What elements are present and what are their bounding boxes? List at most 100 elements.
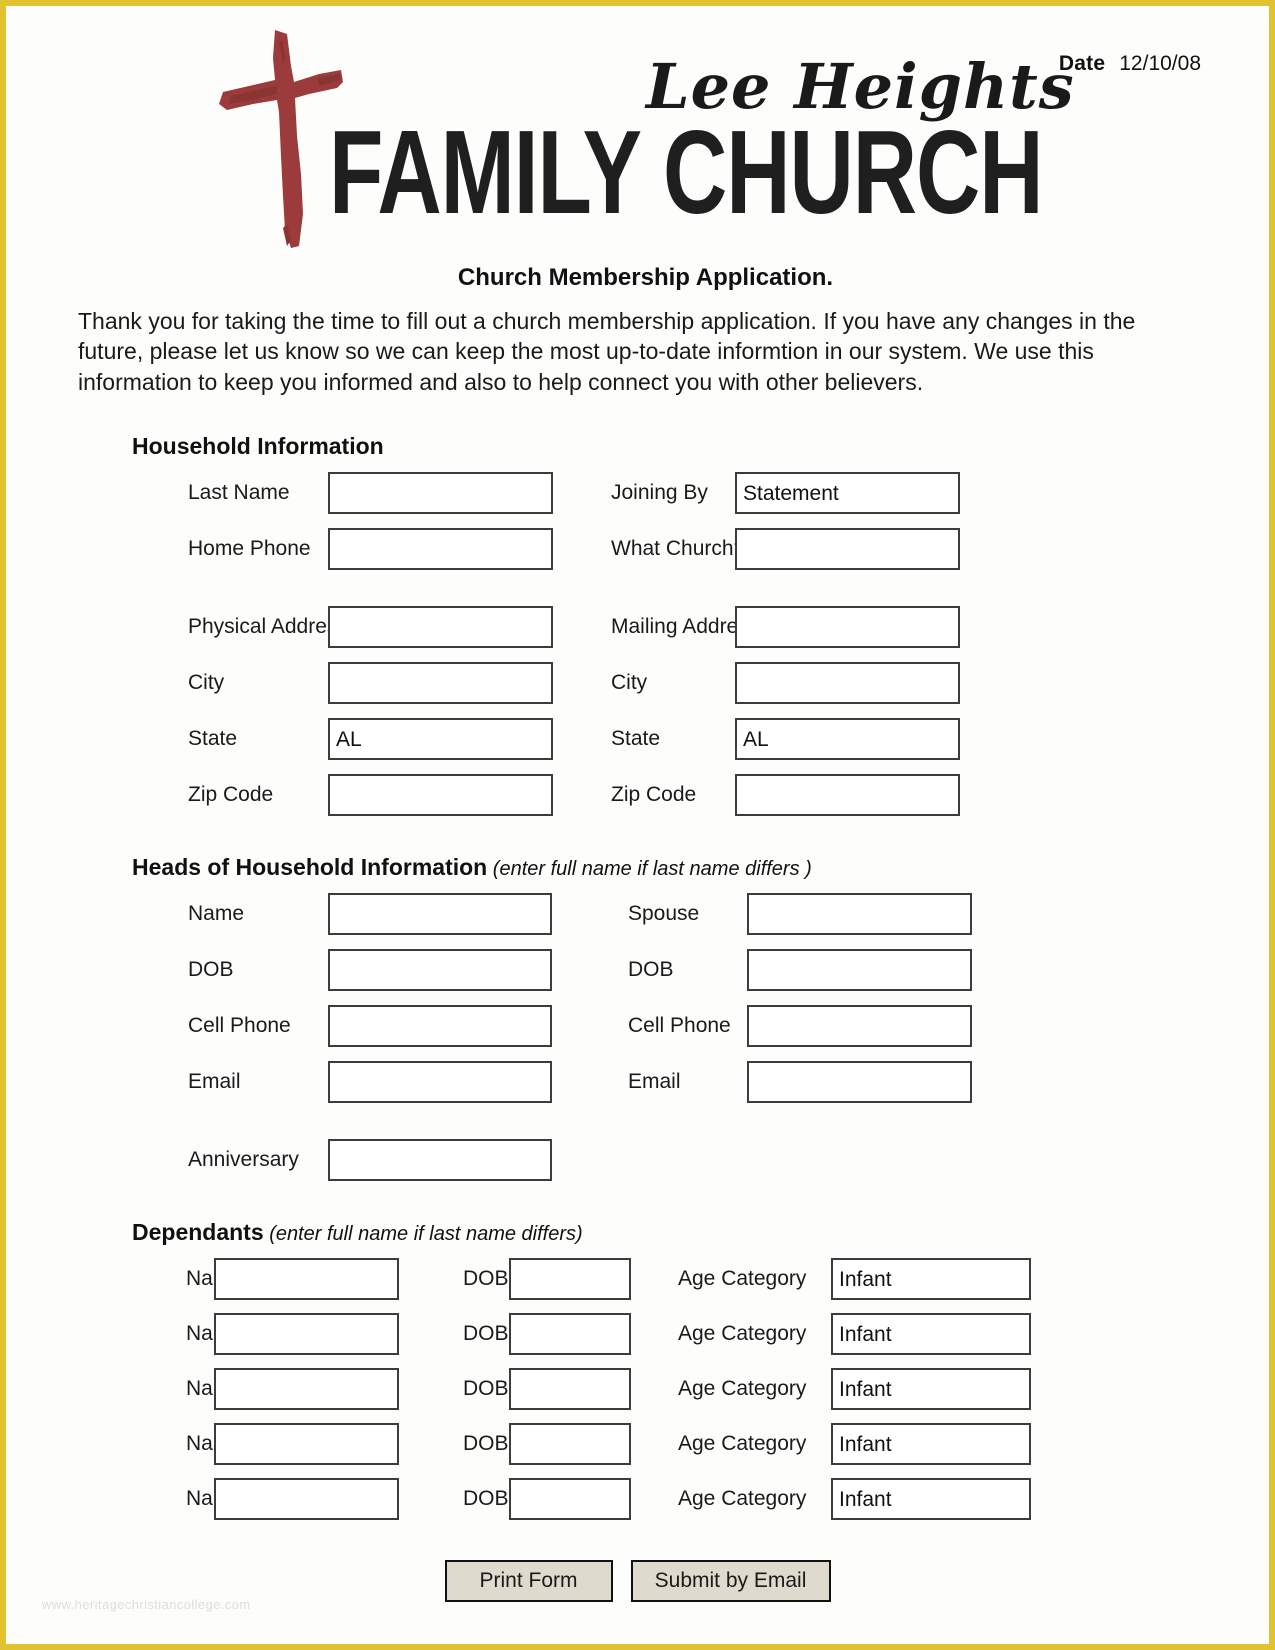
input-dependant-name[interactable]: [214, 1478, 399, 1521]
household-right-cell: What Church?: [553, 528, 960, 571]
watermark: www.heritagechristiancollege.com: [42, 1597, 251, 1612]
household-heading-text: Household Information: [132, 433, 384, 460]
input-head-name[interactable]: [328, 893, 552, 936]
household-right-cell: Zip Code: [553, 774, 960, 817]
heads-spacer: [132, 1115, 1269, 1137]
input-home-phone[interactable]: [328, 528, 553, 571]
heads-left-cell: Name: [132, 893, 552, 936]
input-dependant-age-category[interactable]: Infant: [831, 1368, 1031, 1411]
household-right-cell: State AL: [553, 718, 960, 761]
input-dependant-name[interactable]: [214, 1423, 399, 1466]
label-dependant-dob: DOB: [463, 1487, 509, 1511]
heads-left-cell: Anniversary: [132, 1139, 552, 1182]
heads-left-cell: DOB: [132, 949, 552, 992]
label-dependant-dob: DOB: [463, 1432, 509, 1456]
section-heading-heads: Heads of Household Information (enter fu…: [132, 854, 1269, 881]
date-block: Date 12/10/08: [1059, 52, 1201, 76]
label-head-cell-phone: Cell Phone: [188, 1014, 291, 1038]
input-dependant-dob[interactable]: [509, 1423, 631, 1466]
household-right-cell: City: [553, 662, 960, 705]
label-spouse-cell-phone: Cell Phone: [628, 1014, 731, 1038]
input-physical-state[interactable]: AL: [328, 718, 553, 761]
input-what-church[interactable]: [735, 528, 960, 571]
input-spouse-cell-phone[interactable]: [747, 1005, 972, 1048]
intro-paragraph: Thank you for taking the time to fill ou…: [78, 308, 1136, 395]
input-physical-city[interactable]: [328, 662, 553, 705]
heads-row: Cell Phone Cell Phone: [132, 1003, 1269, 1049]
input-mailing-state[interactable]: AL: [735, 718, 960, 761]
label-head-email: Email: [188, 1070, 241, 1094]
household-row: City City: [132, 660, 1269, 706]
logo-block-text: FAMILY CHURCH: [329, 104, 1044, 239]
label-dependant-age-category: Age Category: [678, 1322, 807, 1346]
heads-row: Anniversary: [132, 1137, 1269, 1183]
table-row: Name DOB Age Category Infant: [132, 1476, 1269, 1522]
label-mailing-city: City: [611, 671, 648, 695]
input-dependant-age-category[interactable]: Infant: [831, 1258, 1031, 1301]
household-row: Zip Code Zip Code: [132, 772, 1269, 818]
input-head-dob[interactable]: [328, 949, 552, 992]
label-home-phone: Home Phone: [188, 537, 311, 561]
input-spouse-name[interactable]: [747, 893, 972, 936]
input-spouse-dob[interactable]: [747, 949, 972, 992]
print-form-button[interactable]: Print Form: [444, 1560, 613, 1603]
date-value: 12/10/08: [1119, 52, 1201, 75]
input-dependant-name[interactable]: [214, 1258, 399, 1301]
input-mailing-address[interactable]: [735, 606, 960, 649]
label-dependant-dob: DOB: [463, 1322, 509, 1346]
input-dependant-age-category[interactable]: Infant: [831, 1313, 1031, 1356]
label-dependant-name: Name: [132, 1267, 242, 1291]
input-dependant-name[interactable]: [214, 1313, 399, 1356]
input-dependant-dob[interactable]: [509, 1313, 631, 1356]
table-row: Name DOB Age Category Infant: [132, 1311, 1269, 1357]
section-heading-dependants: Dependants (enter full name if last name…: [132, 1219, 1269, 1246]
input-mailing-city[interactable]: [735, 662, 960, 705]
label-physical-state: State: [188, 727, 238, 751]
input-anniversary[interactable]: [328, 1139, 552, 1182]
household-row: Last Name Joining By Statement: [132, 470, 1269, 516]
label-dependant-age-category: Age Category: [678, 1432, 807, 1456]
input-dependant-name[interactable]: [214, 1368, 399, 1411]
heads-grid: Name Spouse DOB DOB Cell Phone Cell Phon…: [132, 891, 1269, 1183]
label-dependant-name: Name: [132, 1432, 242, 1456]
household-left-cell: Zip Code: [132, 774, 553, 817]
input-physical-zip[interactable]: [328, 774, 553, 817]
input-joining-by[interactable]: Statement: [735, 472, 960, 515]
input-head-email[interactable]: [328, 1061, 552, 1104]
household-left-cell: Home Phone: [132, 528, 553, 571]
input-dependant-dob[interactable]: [509, 1478, 631, 1521]
label-dependant-name: Name: [132, 1487, 242, 1511]
household-spacer: [132, 582, 1269, 604]
heads-row: DOB DOB: [132, 947, 1269, 993]
input-dependant-dob[interactable]: [509, 1368, 631, 1411]
label-physical-zip: Zip Code: [188, 783, 274, 807]
submit-by-email-button[interactable]: Submit by Email: [630, 1560, 831, 1603]
household-right-cell: Joining By Statement: [553, 472, 960, 515]
label-mailing-address: Mailing Address: [611, 615, 760, 639]
input-spouse-email[interactable]: [747, 1061, 972, 1104]
household-row: Physical Address Mailing Address: [132, 604, 1269, 650]
label-dependant-age-category: Age Category: [678, 1487, 807, 1511]
dependants-heading-note: (enter full name if last name differs): [263, 1223, 583, 1246]
input-dependant-age-category[interactable]: Infant: [831, 1423, 1031, 1466]
heads-right-cell: Spouse: [552, 893, 972, 936]
label-spouse-name: Spouse: [628, 902, 700, 926]
input-dependant-dob[interactable]: [509, 1258, 631, 1301]
heads-heading-text: Heads of Household Information: [132, 854, 488, 881]
input-last-name[interactable]: [328, 472, 553, 515]
household-grid: Last Name Joining By Statement Home Phon…: [132, 470, 1269, 818]
input-head-cell-phone[interactable]: [328, 1005, 552, 1048]
input-physical-address[interactable]: [328, 606, 553, 649]
page-inner: Date 12/10/08 Lee Heights FAMILY CHURCH C…: [6, 6, 1269, 1644]
heads-row: Name Spouse: [132, 891, 1269, 937]
input-dependant-age-category[interactable]: Infant: [831, 1478, 1031, 1521]
household-left-cell: State AL: [132, 718, 553, 761]
household-left-cell: City: [132, 662, 553, 705]
heads-heading-note: (enter full name if last name differs ): [487, 858, 812, 881]
heads-right-cell: Email: [552, 1061, 972, 1104]
household-left-cell: Physical Address: [132, 606, 553, 649]
input-mailing-zip[interactable]: [735, 774, 960, 817]
heads-right-cell: DOB: [552, 949, 972, 992]
label-dependant-dob: DOB: [463, 1267, 509, 1291]
table-row: Name DOB Age Category Infant: [132, 1256, 1269, 1302]
